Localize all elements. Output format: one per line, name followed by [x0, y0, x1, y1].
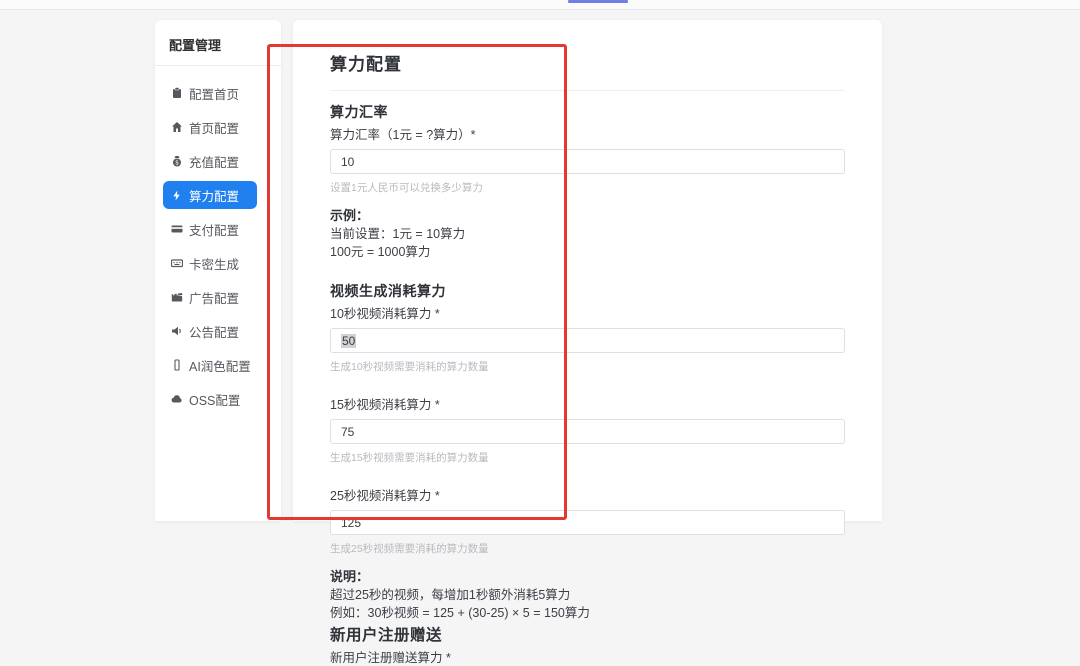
- example-line-1: 当前设置：1元 = 10算力: [330, 227, 466, 241]
- video-25s-input[interactable]: 125: [330, 510, 845, 535]
- clapperboard-icon: [170, 291, 183, 304]
- sidebar-item-config-home[interactable]: 配置首页: [155, 76, 281, 110]
- video-15s-helper: 生成15秒视频需要消耗的算力数量: [330, 452, 489, 464]
- sidebar-item-label: 公告配置: [189, 325, 240, 340]
- sidebar-item-label: AI润色配置: [189, 359, 251, 374]
- title-divider: [330, 90, 845, 91]
- config-sidebar: 配置管理 配置首页 首页配置 $ 充值配置 算力配置 支付配置 卡密生成 广告配…: [155, 20, 281, 521]
- section-newuser: 新用户注册赠送: [330, 627, 443, 644]
- example-title: 示例：: [330, 208, 370, 223]
- svg-text:$: $: [175, 160, 179, 167]
- lightning-icon: [170, 189, 183, 202]
- sidebar-item-announcement-config[interactable]: 公告配置: [155, 314, 281, 348]
- sidebar-item-label: 广告配置: [189, 291, 240, 306]
- sidebar-item-ad-config[interactable]: 广告配置: [155, 280, 281, 314]
- video-25s-value: 125: [341, 515, 362, 530]
- keyboard-icon: [170, 257, 183, 270]
- video-15s-value: 75: [341, 424, 355, 439]
- pen-icon: [170, 359, 183, 372]
- example-line-2: 100元 = 1000算力: [330, 245, 431, 259]
- page-title: 算力配置: [330, 55, 402, 74]
- video-10s-value: 50: [341, 333, 357, 348]
- cloud-icon: [170, 393, 183, 406]
- sidebar-item-compute-config[interactable]: 算力配置: [163, 181, 257, 209]
- top-accent-bar: [568, 0, 628, 3]
- note-title: 说明：: [330, 569, 370, 584]
- video-25s-label: 25秒视频消耗算力 *: [330, 489, 440, 503]
- sidebar-item-label: 配置首页: [189, 87, 240, 102]
- newuser-label: 新用户注册赠送算力 *: [330, 651, 451, 665]
- video-10s-helper: 生成10秒视频需要消耗的算力数量: [330, 361, 489, 373]
- rate-label: 算力汇率（1元 = ?算力）*: [330, 128, 476, 142]
- rate-helper: 设置1元人民币可以兑换多少算力: [330, 182, 483, 194]
- speaker-icon: [170, 325, 183, 338]
- sidebar-item-label: 算力配置: [189, 189, 240, 204]
- sidebar-item-label: 支付配置: [189, 223, 240, 238]
- exchange-rate-input[interactable]: 10: [330, 149, 845, 174]
- video-10s-label: 10秒视频消耗算力 *: [330, 307, 440, 321]
- sidebar-item-oss-config[interactable]: OSS配置: [155, 382, 281, 416]
- exchange-rate-value: 10: [341, 154, 355, 169]
- credit-card-icon: [170, 223, 183, 236]
- video-10s-input[interactable]: 50: [330, 328, 845, 353]
- sidebar-nav: 配置首页 首页配置 $ 充值配置 算力配置 支付配置 卡密生成 广告配置 公告配…: [155, 66, 281, 416]
- sidebar-item-ai-polish-config[interactable]: AI润色配置: [155, 348, 281, 382]
- sidebar-item-card-key-generate[interactable]: 卡密生成: [155, 246, 281, 280]
- coin-icon: $: [170, 155, 183, 168]
- note-line-2: 例如：30秒视频 = 125 + (30-25) × 5 = 150算力: [330, 606, 590, 620]
- sidebar-item-payment-config[interactable]: 支付配置: [155, 212, 281, 246]
- top-strip: [0, 0, 1080, 10]
- sidebar-item-label: 充值配置: [189, 155, 240, 170]
- sidebar-title: 配置管理: [155, 20, 281, 66]
- sidebar-item-label: 首页配置: [189, 121, 240, 136]
- home-icon: [170, 121, 183, 134]
- clipboard-icon: [170, 87, 183, 100]
- section-rate: 算力汇率: [330, 104, 388, 120]
- sidebar-item-recharge-config[interactable]: $ 充值配置: [155, 144, 281, 178]
- sidebar-item-label: 卡密生成: [189, 257, 240, 272]
- video-15s-input[interactable]: 75: [330, 419, 845, 444]
- note-line-1: 超过25秒的视频，每增加1秒额外消耗5算力: [330, 588, 571, 602]
- sidebar-item-label: OSS配置: [189, 393, 241, 408]
- section-video-cost: 视频生成消耗算力: [330, 283, 446, 299]
- compute-config-panel: 算力配置 算力汇率 算力汇率（1元 = ?算力）* 10 设置1元人民币可以兑换…: [293, 20, 882, 665]
- video-25s-helper: 生成25秒视频需要消耗的算力数量: [330, 543, 489, 555]
- video-15s-label: 15秒视频消耗算力 *: [330, 398, 440, 412]
- sidebar-item-home-config[interactable]: 首页配置: [155, 110, 281, 144]
